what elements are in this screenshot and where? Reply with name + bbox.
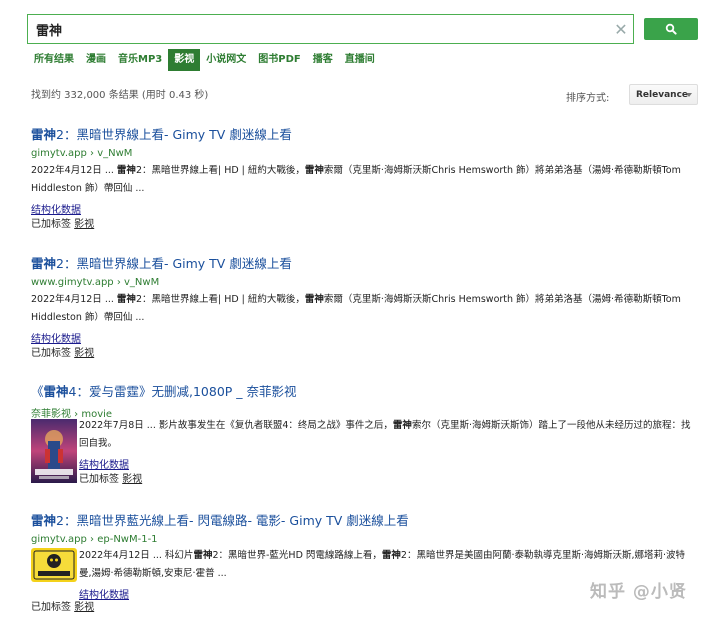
result-snippet: 2022年4月12日 ... 雷神2：黑暗世界線上看| HD | 紐約大戰後，雷…: [31, 165, 681, 194]
search-result: 雷神2：黑暗世界線上看- Gimy TV 劇迷線上看 www.gimytv.ap…: [31, 253, 691, 362]
search-button[interactable]: [644, 18, 698, 40]
tab-novels[interactable]: 小说网文: [200, 49, 252, 71]
result-url: www.gimytv.app › v_NwM: [31, 277, 160, 288]
tab-video[interactable]: 影视: [168, 49, 201, 71]
structured-data-link[interactable]: 结构化数据: [79, 586, 129, 601]
tab-books[interactable]: 图书PDF: [252, 49, 306, 71]
structured-data-link[interactable]: 结构化数据: [31, 201, 81, 216]
watermark-text: 知乎 @小贤: [590, 582, 687, 602]
tab-live[interactable]: 直播间: [339, 49, 381, 71]
result-tag-link[interactable]: 影视: [74, 602, 94, 613]
search-result: 雷神2：黑暗世界線上看- Gimy TV 劇迷線上看 gimytv.app › …: [31, 124, 691, 233]
result-tag-link[interactable]: 影视: [74, 219, 94, 230]
sort-select[interactable]: Relevance: [629, 84, 698, 105]
structured-data-link[interactable]: 结构化数据: [79, 456, 129, 471]
tab-podcast[interactable]: 播客: [307, 49, 339, 71]
movie-poster-image[interactable]: [31, 419, 77, 487]
result-stats: 找到约 332,000 条结果 (用时 0.43 秒): [31, 90, 209, 101]
tab-comics[interactable]: 漫画: [80, 49, 112, 71]
search-icon: [665, 23, 677, 35]
site-logo-image[interactable]: [31, 548, 77, 586]
tab-all[interactable]: 所有结果: [28, 49, 80, 71]
sort-value: Relevance: [636, 89, 689, 100]
category-tabs: 所有结果 漫画 音乐MP3 影视 小说网文 图书PDF 播客 直播间: [28, 49, 381, 71]
result-title-link[interactable]: 《雷神4：爱与雷霆》无删减,1080P _ 奈菲影视: [31, 381, 691, 400]
result-tag-link[interactable]: 影视: [122, 474, 142, 485]
sort-label: 排序方式:: [566, 93, 610, 104]
structured-data-link[interactable]: 结构化数据: [31, 330, 81, 345]
result-url: gimytv.app › v_NwM: [31, 148, 133, 159]
chevron-down-icon: [686, 93, 692, 97]
search-box: ✕: [27, 14, 634, 44]
result-label-row: 已加标签 影视: [31, 348, 95, 359]
result-snippet: 2022年4月12日 ... 雷神2：黑暗世界線上看| HD | 紐約大戰後，雷…: [31, 294, 681, 323]
result-label-row: 已加标签 影视: [31, 602, 95, 613]
result-url: gimytv.app › ep-NwM-1-1: [31, 534, 158, 545]
clear-icon[interactable]: ✕: [609, 15, 633, 43]
result-title-link[interactable]: 雷神2：黑暗世界線上看- Gimy TV 劇迷線上看: [31, 253, 691, 272]
search-result: 《雷神4：爱与雷霆》无删减,1080P _ 奈菲影视 奈菲影视 › movie …: [31, 381, 691, 491]
result-tag-link[interactable]: 影视: [74, 348, 94, 359]
search-input[interactable]: [28, 15, 609, 43]
result-title-link[interactable]: 雷神2：黑暗世界藍光線上看- 閃電線路- 電影- Gimy TV 劇迷線上看: [31, 510, 691, 529]
result-label-row: 已加标签 影视: [31, 219, 95, 230]
tab-music[interactable]: 音乐MP3: [112, 49, 168, 71]
result-title-link[interactable]: 雷神2：黑暗世界線上看- Gimy TV 劇迷線上看: [31, 124, 691, 143]
result-snippet: 2022年7月8日 ... 影片故事发生在《复仇者联盟4：终局之战》事件之后，雷…: [79, 420, 691, 449]
result-label-row: 已加标签 影视: [79, 474, 143, 485]
